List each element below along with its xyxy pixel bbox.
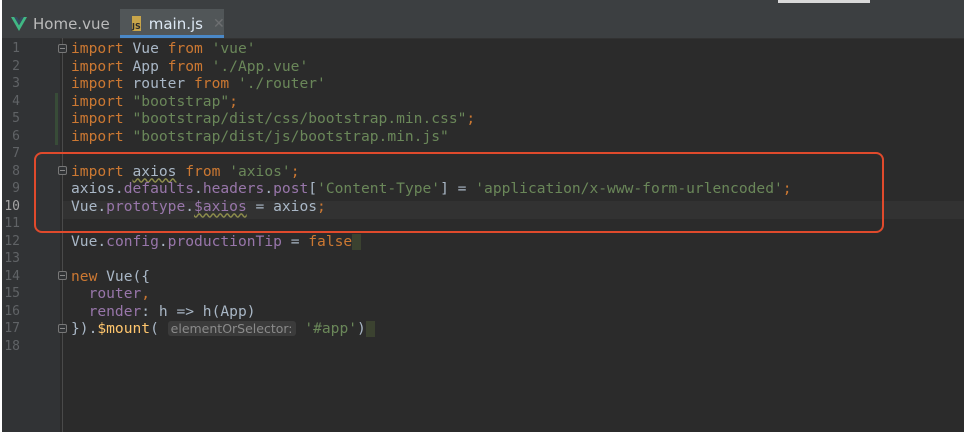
parameter-hint: elementOrSelector: <box>167 321 296 336</box>
fold-toggle-icon[interactable] <box>58 44 67 53</box>
line-number: 3 <box>12 76 20 91</box>
annotation-highlight-box <box>34 152 884 233</box>
line-number: 13 <box>4 251 20 266</box>
code-line-16: render: h => h(App) <box>88 302 256 320</box>
js-file-icon: JS <box>132 16 141 31</box>
tab-bar: Home.vue ✕ JS main.js ✕ <box>2 0 964 39</box>
editor-window: Home.vue ✕ JS main.js ✕ 1 2 3 4 5 6 7 8 … <box>2 0 964 432</box>
code-line-3: import router from './router' <box>71 75 326 92</box>
fold-toggle-icon[interactable] <box>58 324 67 333</box>
bottom-margin <box>0 432 968 438</box>
code-line-5: import "bootstrap/dist/css/bootstrap.min… <box>71 110 476 127</box>
line-number: 1 <box>12 41 20 56</box>
code-line-6: import "bootstrap/dist/js/bootstrap.min.… <box>71 127 449 145</box>
gutter-divider <box>62 38 63 432</box>
code-line-12: Vue.config.productionTip = false <box>71 233 362 251</box>
code-line-1: import Vue from 'vue' <box>71 40 256 57</box>
window-edge <box>778 0 870 3</box>
code-line-2: import App from './App.vue' <box>71 57 309 75</box>
line-number: 17 <box>4 321 20 336</box>
tab-home-vue[interactable]: Home.vue ✕ <box>6 9 131 38</box>
line-number: 4 <box>12 93 20 109</box>
caret-marker <box>352 233 362 250</box>
line-number: 5 <box>12 111 20 126</box>
line-number: 9 <box>12 181 20 196</box>
code-line-17: }).$mount( elementOrSelector: '#app') <box>71 320 375 338</box>
fold-toggle-icon[interactable] <box>58 271 67 280</box>
line-number: 11 <box>4 216 20 231</box>
code-line-15: router, <box>88 285 151 302</box>
vcs-change-marker <box>55 93 58 145</box>
line-number: 15 <box>4 286 20 301</box>
code-line-14: new Vue({ <box>71 267 151 285</box>
line-number: 6 <box>12 128 20 144</box>
code-line-4: import "bootstrap"; <box>71 92 238 110</box>
tab-label: Home.vue <box>33 14 110 33</box>
tab-main-js[interactable]: JS main.js ✕ <box>120 9 225 38</box>
line-number-current: 10 <box>4 198 20 214</box>
line-number: 2 <box>12 58 20 74</box>
line-number: 7 <box>12 146 20 161</box>
line-number: 18 <box>4 338 20 354</box>
line-number: 14 <box>4 268 20 284</box>
line-number: 8 <box>12 163 20 179</box>
caret-marker <box>365 321 375 337</box>
close-icon[interactable]: ✕ <box>213 16 225 32</box>
vue-icon <box>11 16 27 31</box>
tab-label: main.js <box>148 14 203 33</box>
line-number: 12 <box>4 233 20 249</box>
line-number: 16 <box>4 303 20 319</box>
